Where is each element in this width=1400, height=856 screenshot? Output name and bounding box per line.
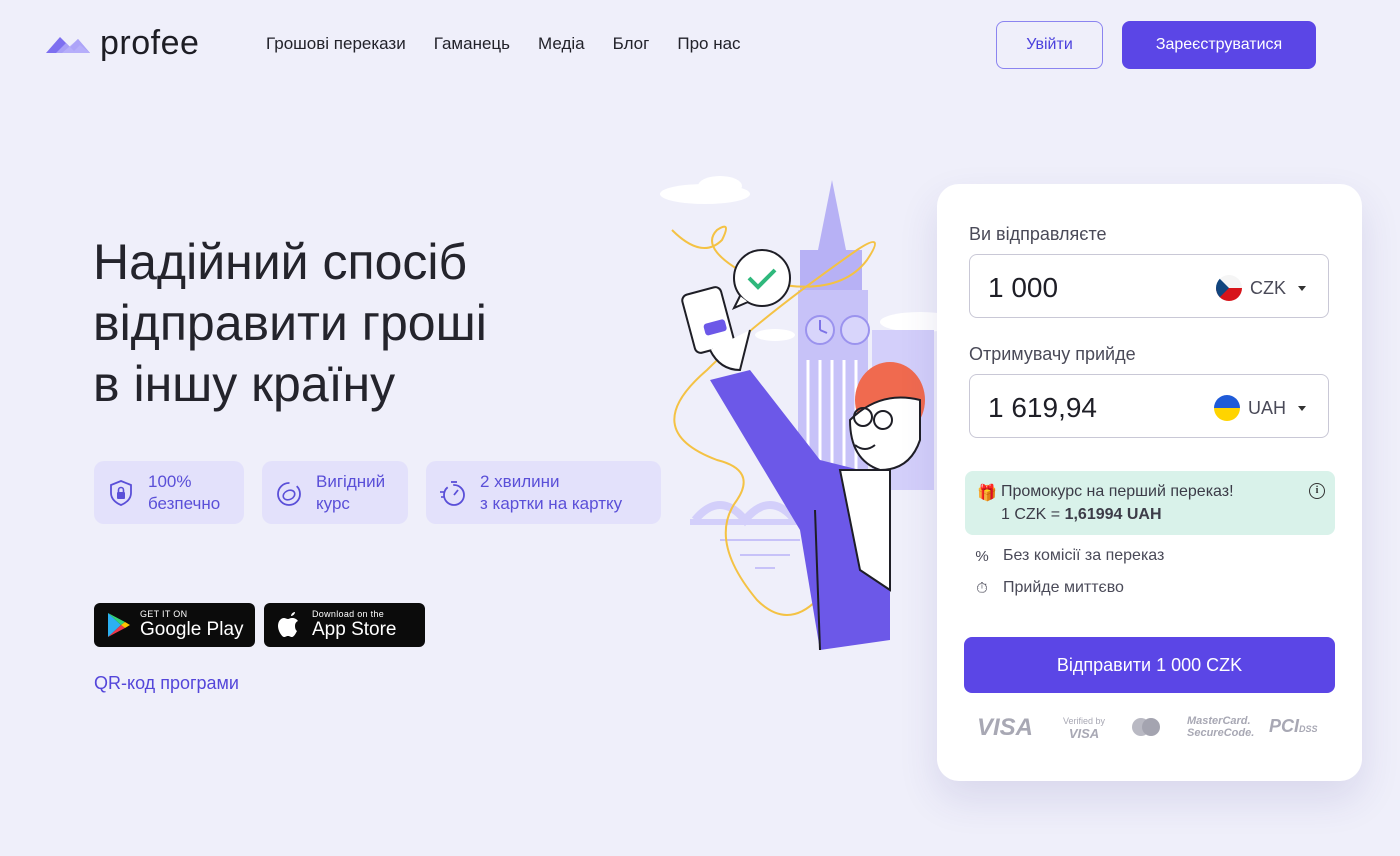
logo[interactable]: profee — [44, 26, 199, 60]
receive-amount-field[interactable]: 1 619,94 UAH — [969, 374, 1329, 438]
nav-about[interactable]: Про нас — [677, 34, 740, 54]
nav-money-transfers[interactable]: Грошові перекази — [266, 34, 406, 54]
promo-rate-prefix: 1 CZK = — [1001, 506, 1065, 523]
perk-text: Без комісії за переказ — [1003, 547, 1165, 564]
store-big-text: App Store — [312, 619, 397, 640]
perk-text: Прийде миттєво — [1003, 579, 1124, 596]
feature-rate: Вигідний курс — [262, 461, 408, 524]
receive-currency-select[interactable]: UAH — [1213, 395, 1306, 421]
feature-secure: 100% безпечно — [94, 461, 244, 524]
send-currency-code: CZK — [1250, 277, 1286, 298]
header: profee Грошові перекази Гаманець Медіа Б… — [0, 0, 1400, 90]
dss-text: DSS — [1299, 724, 1318, 734]
google-play-button[interactable]: GET IT ON Google Play — [94, 603, 255, 647]
promo-rate: 1 CZK = 1,61994 UAH — [1001, 506, 1162, 524]
send-amount-field[interactable]: 1 000 CZK — [969, 254, 1329, 318]
login-button[interactable]: Увійти — [996, 21, 1103, 69]
store-small-text: GET IT ON — [140, 609, 188, 619]
feature-text: безпечно — [148, 493, 221, 513]
chevron-down-icon — [1298, 285, 1306, 291]
promo-rate-value: 1,61994 UAH — [1064, 506, 1162, 523]
feature-text: курс — [316, 493, 350, 513]
qr-code-link[interactable]: QR-код програми — [94, 673, 239, 694]
feature-list: 100% безпечно Вигідний курс 2 хвилини з … — [94, 461, 661, 524]
hero-title: Надійний спосіб відправити гроші в іншу … — [93, 232, 613, 415]
stopwatch-icon — [440, 480, 465, 506]
verified-visa-text: VISA — [1068, 726, 1100, 741]
verified-by-visa-logo: Verified by VISA — [1063, 716, 1105, 741]
pci-text: PCI — [1269, 716, 1300, 736]
exchange-rate-icon — [277, 481, 301, 506]
google-play-icon — [108, 613, 130, 637]
promo-rate-banner: 🎁 Промокурс на перший переказ! 1 CZK = 1… — [965, 471, 1335, 535]
mastercard-icon — [1132, 718, 1160, 736]
feature-text: з картки на картку — [480, 493, 623, 513]
perk-no-fee: % Без комісії за переказ — [973, 547, 1164, 565]
chevron-down-icon — [1298, 405, 1306, 411]
send-label: Ви відправляєте — [969, 224, 1107, 244]
mastercard-securecode-logo: MasterCard. SecureCode. — [1187, 715, 1254, 739]
app-store-button[interactable]: Download on the App Store — [264, 603, 425, 647]
timer-icon: ⏱ — [976, 579, 988, 597]
czech-flag-icon — [1216, 275, 1242, 301]
securecode-text: SecureCode. — [1187, 727, 1255, 739]
main-nav: Грошові перекази Гаманець Медіа Блог Про… — [266, 34, 741, 54]
percent-icon: % — [975, 547, 989, 565]
apple-icon — [278, 612, 298, 637]
nav-media[interactable]: Медіа — [538, 34, 585, 54]
ukraine-flag-icon — [1213, 395, 1240, 421]
hero-illustration — [660, 176, 950, 651]
hero-title-line: відправити гроші — [93, 295, 487, 351]
nav-wallet[interactable]: Гаманець — [434, 34, 510, 54]
send-currency-select[interactable]: CZK — [1216, 275, 1306, 301]
mountain-logo-icon — [46, 37, 90, 53]
register-button[interactable]: Зареєструватися — [1122, 21, 1316, 69]
transfer-calculator: Ви відправляєте 1 000 CZK Отримувачу при… — [937, 184, 1362, 781]
perk-instant: ⏱ Прийде миттєво — [973, 579, 1124, 597]
mastercard-text: MasterCard. — [1187, 715, 1251, 727]
info-icon[interactable]: i — [1309, 483, 1325, 499]
receive-amount-value[interactable]: 1 619,94 — [988, 392, 1097, 424]
nav-blog[interactable]: Блог — [613, 34, 650, 54]
gift-icon: 🎁 — [977, 485, 997, 502]
hero-title-line: Надійний спосіб — [93, 234, 468, 290]
send-money-button[interactable]: Відправити 1 000 CZK — [964, 637, 1335, 693]
feature-text: Вигідний — [316, 471, 386, 491]
logo-text: profee — [100, 24, 200, 62]
receive-currency-code: UAH — [1247, 397, 1286, 418]
feature-text: 100% — [148, 471, 192, 491]
receive-label: Отримувачу прийде — [969, 344, 1136, 364]
feature-text: 2 хвилини — [480, 471, 560, 491]
send-amount-value[interactable]: 1 000 — [988, 272, 1058, 304]
store-small-text: Download on the — [312, 609, 385, 619]
shield-lock-icon — [110, 479, 132, 506]
feature-speed: 2 хвилини з картки на картку — [426, 461, 661, 524]
pci-dss-logo: PCIDSS — [1269, 716, 1318, 737]
hero-title-line: в іншу країну — [93, 356, 396, 412]
visa-logo: VISA — [977, 714, 1034, 741]
store-big-text: Google Play — [140, 619, 244, 640]
promo-title: Промокурс на перший переказ! — [1001, 483, 1234, 500]
verified-by-text: Verified by — [1063, 716, 1106, 726]
